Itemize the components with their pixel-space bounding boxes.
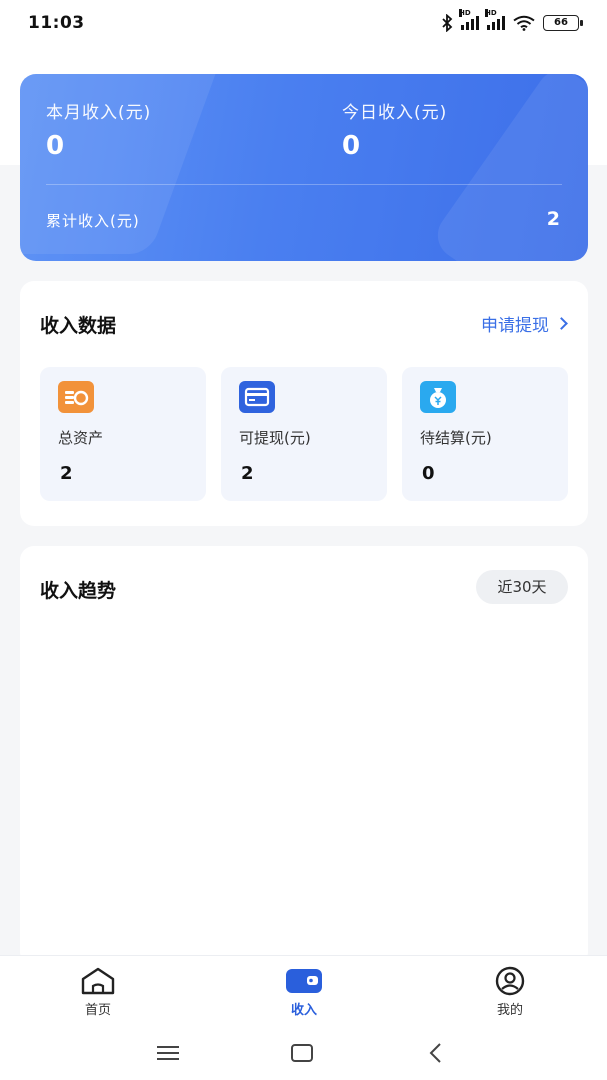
tab-label: 我的 (496, 1003, 523, 1018)
profile-icon (491, 966, 529, 996)
wallet-icon (285, 966, 323, 996)
stat-pending-settlement[interactable]: 待结算(元) 0 (402, 367, 568, 501)
income-trend-title: 收入趋势 (40, 580, 117, 602)
menu-icon[interactable] (153, 1040, 183, 1066)
stat-label: 可提现(元) (239, 429, 311, 447)
coins-icon (58, 381, 94, 413)
home-icon (79, 966, 117, 996)
today-income-value: 0 (342, 131, 361, 161)
card-icon (239, 381, 275, 413)
status-time: 11:03 (28, 13, 85, 33)
chevron-right-icon (555, 317, 568, 330)
back-icon[interactable] (422, 1040, 452, 1066)
status-bar: 11:03 HD HD 66 (0, 0, 607, 46)
month-income-value: 0 (46, 131, 65, 161)
signal-hd-icon: HD (459, 9, 479, 30)
home-square-icon[interactable] (287, 1040, 317, 1066)
income-data-card: 收入数据 申请提现 总资产 2 可提现(元) 2 待结算(元) 0 (20, 281, 588, 526)
tab-label: 收入 (290, 1003, 317, 1018)
range-selector-chip[interactable]: 近30天 (476, 570, 568, 604)
month-income: 本月收入(元) 0 (46, 98, 151, 161)
bottom-tab-bar: 首页 收入 我的 (0, 955, 607, 1025)
stat-total-assets[interactable]: 总资产 2 (40, 367, 206, 501)
apply-withdraw-link[interactable]: 申请提现 (481, 311, 568, 336)
divider (46, 184, 562, 185)
income-summary-card: 本月收入(元) 0 今日收入(元) 0 累计收入(元) 2 (20, 74, 588, 261)
today-income: 今日收入(元) 0 (342, 98, 447, 161)
total-income-label: 累计收入(元) (46, 212, 140, 230)
tab-profile[interactable]: 我的 (470, 966, 550, 1018)
stat-withdrawable[interactable]: 可提现(元) 2 (221, 367, 387, 501)
signal-hd-icon: HD (485, 9, 505, 30)
income-trend-card: 收入趋势 近30天 (20, 546, 588, 966)
stat-value: 2 (60, 463, 73, 484)
total-income-value: 2 (546, 208, 560, 230)
tab-label: 首页 (84, 1003, 111, 1018)
stat-label: 总资产 (58, 429, 104, 447)
today-income-label: 今日收入(元) (342, 103, 448, 123)
battery-icon: 66 (543, 15, 583, 31)
month-income-label: 本月收入(元) (46, 103, 152, 123)
stat-label: 待结算(元) (420, 429, 492, 447)
system-nav-bar (0, 1025, 607, 1080)
bluetooth-icon (442, 14, 453, 32)
apply-withdraw-label: 申请提现 (481, 316, 549, 336)
income-data-title: 收入数据 (40, 315, 117, 337)
stat-value: 2 (241, 463, 254, 484)
stat-value: 0 (422, 463, 435, 484)
tab-income[interactable]: 收入 (264, 966, 344, 1018)
tab-home[interactable]: 首页 (58, 966, 138, 1018)
status-icons: HD HD 66 (441, 9, 583, 32)
money-bag-icon (420, 381, 456, 413)
wifi-icon (513, 15, 535, 31)
card-decoration (428, 74, 588, 261)
